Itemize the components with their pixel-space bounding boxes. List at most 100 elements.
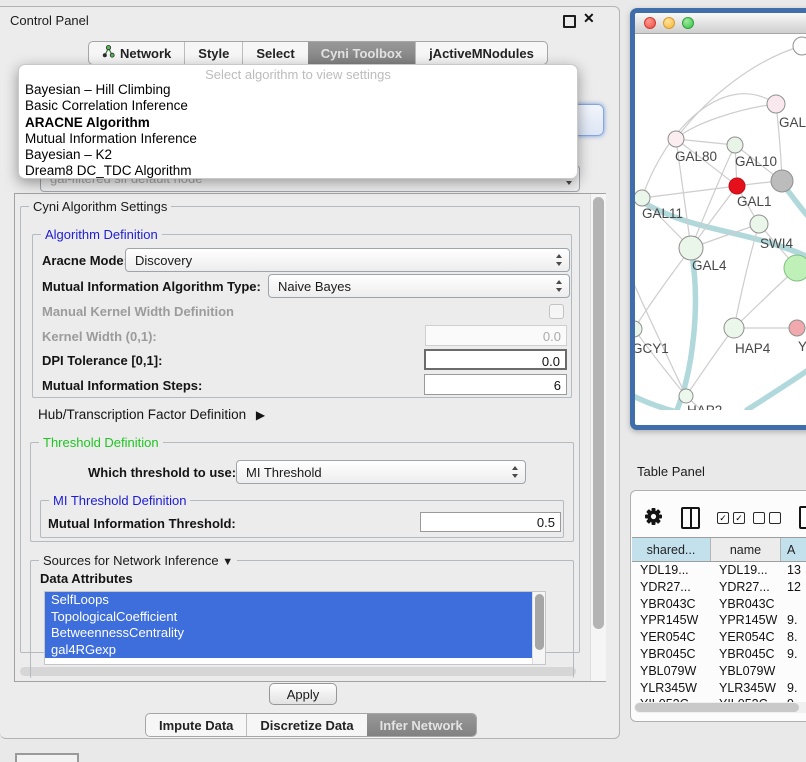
tab-infer-network[interactable]: Infer Network bbox=[367, 714, 476, 736]
tab-network[interactable]: Network bbox=[89, 42, 184, 64]
network-view-window: GAL GAL80 GAL10 GAL1 GAL11 SWI4 GAL4 GCY… bbox=[630, 8, 806, 430]
cytoscape-workspace: Control Panel ✕ Network bbox=[0, 0, 806, 762]
node-swi4-green bbox=[784, 255, 806, 281]
table-horizontal-scrollbar[interactable] bbox=[634, 702, 806, 713]
table-row[interactable]: YPR145WYPR145W9. bbox=[632, 612, 806, 629]
column-header-shared-name[interactable]: shared... bbox=[632, 538, 711, 561]
network-icon bbox=[102, 45, 115, 61]
select-all-checkboxes-icon[interactable]: ✓ ✓ bbox=[717, 512, 745, 524]
node-gal1 bbox=[750, 215, 768, 233]
hub-definition-expander[interactable]: Hub/Transcription Factor Definition ▶ bbox=[38, 407, 259, 422]
node-gal10 bbox=[727, 137, 743, 153]
network-canvas[interactable]: GAL GAL80 GAL10 GAL1 GAL11 SWI4 GAL4 GCY… bbox=[635, 34, 806, 410]
close-traffic-light[interactable] bbox=[644, 17, 656, 29]
popup-item-highlighted[interactable]: ARACNE Algorithm bbox=[19, 115, 577, 131]
network-window-titlebar[interactable] bbox=[635, 13, 806, 34]
node bbox=[793, 37, 806, 55]
node-gcy1 bbox=[635, 321, 642, 337]
table-row[interactable]: YBR045CYBR045C9. bbox=[632, 646, 806, 663]
dpi-tolerance-field[interactable]: 0.0 bbox=[424, 349, 567, 370]
export-table-icon[interactable] bbox=[799, 506, 806, 529]
svg-text:SWI4: SWI4 bbox=[760, 236, 793, 251]
node-hap4 bbox=[724, 318, 744, 338]
kernel-width-field[interactable]: 0.0 bbox=[425, 325, 567, 346]
list-item[interactable]: BetweennessCentrality bbox=[45, 625, 533, 642]
svg-text:GAL11: GAL11 bbox=[642, 206, 683, 221]
mi-steps-label: Mutual Information Steps: bbox=[42, 378, 202, 393]
svg-text:GCY1: GCY1 bbox=[635, 341, 669, 356]
mi-threshold-field[interactable]: 0.5 bbox=[420, 512, 561, 532]
table-rows: YDL19...YDL19...13 YDR27...YDR27...12 YB… bbox=[632, 562, 806, 702]
split-columns-icon[interactable] bbox=[681, 507, 700, 529]
mi-algorithm-type-label: Mutual Information Algorithm Type: bbox=[42, 279, 261, 294]
table-panel-title: Table Panel bbox=[637, 464, 705, 479]
node-red bbox=[729, 178, 745, 194]
table-panel-window: ✓ ✓ shared... name A YDL19...YDL19...13 … bbox=[630, 490, 806, 722]
node-gal bbox=[767, 95, 785, 113]
which-threshold-label: Which threshold to use: bbox=[88, 465, 236, 480]
combo-spinner-icon bbox=[556, 280, 563, 292]
tab-cyni-toolbox[interactable]: Cyni Toolbox bbox=[308, 42, 415, 64]
svg-text:HAP4: HAP4 bbox=[735, 341, 771, 356]
tab-discretize-data[interactable]: Discretize Data bbox=[246, 714, 366, 736]
minimize-traffic-light[interactable] bbox=[663, 17, 675, 29]
list-item[interactable]: TopologicalCoefficient bbox=[45, 609, 533, 626]
column-header-third[interactable]: A bbox=[781, 538, 806, 561]
which-threshold-combo[interactable]: MI Threshold bbox=[236, 460, 526, 484]
tab-network-label: Network bbox=[120, 46, 171, 61]
tab-style[interactable]: Style bbox=[184, 42, 242, 64]
gear-icon[interactable] bbox=[644, 507, 663, 531]
popup-item[interactable]: Dream8 DC_TDC Algorithm bbox=[19, 163, 577, 179]
popup-item[interactable]: Bayesian – K2 bbox=[19, 147, 577, 163]
table-row[interactable]: YLR345WYLR345W9. bbox=[632, 680, 806, 697]
svg-text:Y: Y bbox=[798, 339, 806, 354]
table-row[interactable]: YDR27...YDR27...12 bbox=[632, 579, 806, 596]
float-window-icon[interactable] bbox=[563, 15, 576, 28]
list-scrollbar[interactable] bbox=[532, 592, 545, 665]
data-attributes-list: SelfLoops TopologicalCoefficient Between… bbox=[44, 591, 546, 665]
tab-select[interactable]: Select bbox=[242, 42, 307, 64]
svg-text:GAL1: GAL1 bbox=[737, 194, 772, 209]
svg-text:GAL: GAL bbox=[779, 115, 806, 130]
svg-text:GAL4: GAL4 bbox=[692, 258, 727, 273]
svg-text:GAL10: GAL10 bbox=[735, 154, 777, 169]
svg-text:HAP2: HAP2 bbox=[687, 403, 722, 410]
popup-placeholder: Select algorithm to view settings bbox=[19, 67, 577, 82]
tab-jactivemnodules[interactable]: jActiveMNodules bbox=[415, 42, 547, 64]
tab-impute-data[interactable]: Impute Data bbox=[146, 714, 246, 736]
combo-spinner-icon bbox=[556, 254, 563, 266]
node-pink bbox=[789, 320, 805, 336]
popup-item[interactable]: Mutual Information Inference bbox=[19, 131, 577, 147]
settings-vertical-scrollbar[interactable] bbox=[590, 194, 606, 681]
table-row[interactable]: YER054CYER054C8. bbox=[632, 629, 806, 646]
bottom-left-partial-button[interactable] bbox=[15, 753, 79, 762]
sources-title[interactable]: Sources for Network Inference ▼ bbox=[39, 553, 237, 568]
control-panel-tabbar: Network Style Select Cyni Toolbox jActiv… bbox=[88, 41, 548, 65]
deselect-all-checkboxes-icon[interactable] bbox=[753, 512, 781, 524]
table-row[interactable]: YBL079WYBL079W bbox=[632, 663, 806, 680]
mi-algorithm-type-combo[interactable]: Naive Bayes bbox=[268, 274, 570, 298]
mi-threshold-definition-title: MI Threshold Definition bbox=[49, 493, 190, 508]
apply-button[interactable]: Apply bbox=[269, 683, 337, 705]
zoom-traffic-light[interactable] bbox=[682, 17, 694, 29]
popup-item[interactable]: Basic Correlation Inference bbox=[19, 98, 577, 114]
table-row[interactable]: YDL19...YDL19...13 bbox=[632, 562, 806, 579]
bottom-tabbar: Impute Data Discretize Data Infer Networ… bbox=[145, 713, 477, 737]
control-panel-title: Control Panel bbox=[10, 13, 89, 28]
popup-item[interactable]: Bayesian – Hill Climbing bbox=[19, 82, 577, 98]
node-gal80 bbox=[668, 131, 684, 147]
control-panel: Control Panel ✕ Network bbox=[0, 6, 620, 739]
column-header-name[interactable]: name bbox=[711, 538, 781, 561]
table-row[interactable]: YBR043CYBR043C bbox=[632, 596, 806, 613]
list-item[interactable]: SelfLoops bbox=[45, 592, 533, 609]
mi-steps-field[interactable]: 6 bbox=[424, 374, 567, 395]
aracne-mode-combo[interactable]: Discovery bbox=[125, 248, 570, 272]
aracne-mode-label: Aracne Mode: bbox=[42, 253, 128, 268]
cyni-settings-title: Cyni Algorithm Settings bbox=[29, 199, 171, 214]
list-item[interactable]: gal4RGexp bbox=[45, 642, 533, 659]
node-gray bbox=[771, 170, 793, 192]
svg-text:GAL80: GAL80 bbox=[675, 149, 717, 164]
close-icon[interactable]: ✕ bbox=[583, 10, 595, 27]
manual-kernel-width-checkbox[interactable] bbox=[549, 304, 564, 319]
mi-threshold-label: Mutual Information Threshold: bbox=[48, 516, 236, 531]
